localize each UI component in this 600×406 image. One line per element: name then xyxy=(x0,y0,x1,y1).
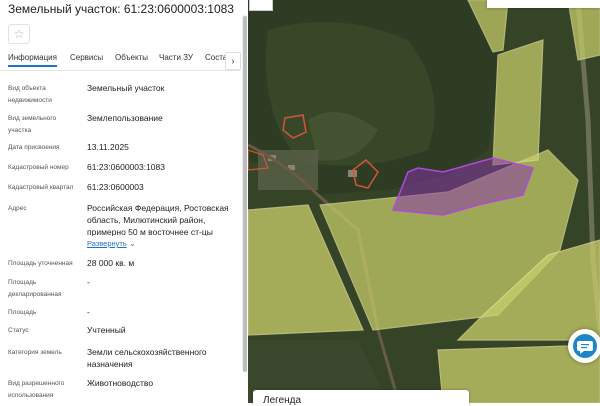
chat-button[interactable] xyxy=(568,329,600,363)
expand-link[interactable]: Развернуть xyxy=(87,239,127,248)
field-label: Статус xyxy=(8,327,29,334)
field-value: - xyxy=(87,307,90,317)
info-panel: Земельный участок: 61:23:0600003:1083 ☆ … xyxy=(0,0,249,403)
field-label: Кадастровый номер xyxy=(8,164,69,171)
field-label: Адрес xyxy=(8,205,27,212)
field-value: 13.11.2025 xyxy=(87,142,129,152)
chat-bubble-icon xyxy=(573,334,597,358)
field-label: Вид объекта недвижимости xyxy=(8,85,52,104)
tab-services[interactable]: Сервисы xyxy=(70,53,103,62)
field-address: Адрес Российская Федерация, Ростовская о… xyxy=(8,202,240,250)
field-value: Земельный участок xyxy=(87,83,165,93)
field-label: Дата присвоения xyxy=(8,144,60,151)
tab-information[interactable]: Информация xyxy=(8,53,57,67)
field-value: 61:23:0600003 xyxy=(87,182,144,192)
panel-scrollbar-thumb[interactable] xyxy=(243,16,247,372)
field-label: Вид земельного участка xyxy=(8,115,57,134)
field-value: Учтенный xyxy=(87,325,126,335)
map-top-panel[interactable] xyxy=(487,0,600,8)
field-value: Животноводство xyxy=(87,378,154,388)
field-label: Кадастровый квартал xyxy=(8,184,74,191)
legend-panel[interactable]: Легенда xyxy=(253,390,469,406)
tab-parts[interactable]: Части ЗУ xyxy=(159,53,193,62)
field-value: 28 000 кв. м xyxy=(87,258,135,268)
field-label: Площадь уточненная xyxy=(8,260,73,267)
field-value: Землепользование xyxy=(87,113,163,123)
chevron-right-icon[interactable]: › xyxy=(225,52,241,70)
field-label: Вид разрешенного использования xyxy=(8,380,65,399)
map-control-button[interactable] xyxy=(249,0,273,11)
field-value: Земли сельскохозяйственного назначения xyxy=(87,347,207,369)
star-icon[interactable]: ☆ xyxy=(8,24,30,44)
field-value: 61:23:0600003:1083 xyxy=(87,162,165,172)
expand-link-wrap: Развернуть ⌄ xyxy=(87,237,237,250)
field-value: - xyxy=(87,277,90,287)
field-label: Площадь xyxy=(8,309,37,316)
tab-objects[interactable]: Объекты xyxy=(115,53,148,62)
field-label: Площадь декларированная xyxy=(8,279,62,298)
satellite-map[interactable] xyxy=(248,0,600,403)
chevron-down-icon[interactable]: ⌄ xyxy=(129,239,136,248)
panel-title: Земельный участок: 61:23:0600003:1083 xyxy=(8,2,234,16)
legend-title: Легенда xyxy=(263,395,302,406)
field-value: Российская Федерация, Ростовская область… xyxy=(87,203,229,236)
tab-bar: Информация Сервисы Объекты Части ЗУ Сост… xyxy=(0,50,240,71)
map-view[interactable] xyxy=(248,0,600,403)
field-label: Категория земель xyxy=(8,349,62,356)
